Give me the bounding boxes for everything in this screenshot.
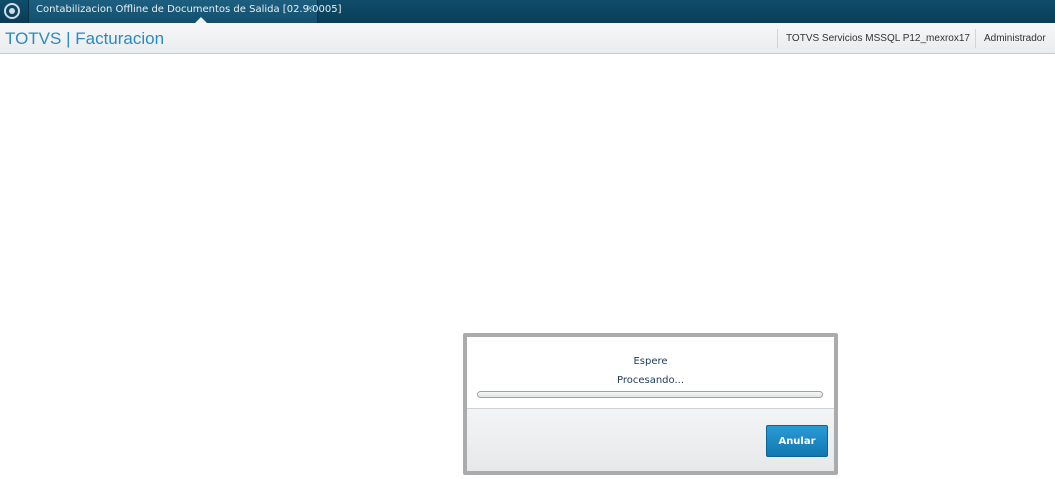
environment-label[interactable]: TOTVS Servicios MSSQL P12_mexrox17 [786,33,970,44]
cancel-button[interactable]: Anular [766,425,828,457]
tab-active[interactable]: Contabilizacion Offline de Documentos de… [28,0,342,23]
dialog-title: Espere [633,356,668,367]
dialog-message: Procesando... [616,375,685,386]
page-title: TOTVS | Facturacion [5,29,165,48]
tab-title: Contabilizacion Offline de Documentos de… [36,4,342,15]
header-divider [975,29,976,48]
tab-bar: Contabilizacion Offline de Documentos de… [0,0,1055,23]
totvs-logo-icon[interactable] [3,2,21,20]
header-divider [777,29,778,48]
dialog-footer: Anular [467,408,834,471]
progress-bar [477,391,823,398]
dialog-panel: Espere Procesando... Anular [467,337,834,471]
user-menu[interactable]: Administrador [984,33,1046,44]
progress-dialog: Espere Procesando... Anular [463,333,838,475]
app-header: TOTVS | Facturacion TOTVS Servicios MSSQ… [0,23,1055,54]
close-icon[interactable]: × [306,3,314,14]
dialog-body: Espere Procesando... [467,337,834,408]
